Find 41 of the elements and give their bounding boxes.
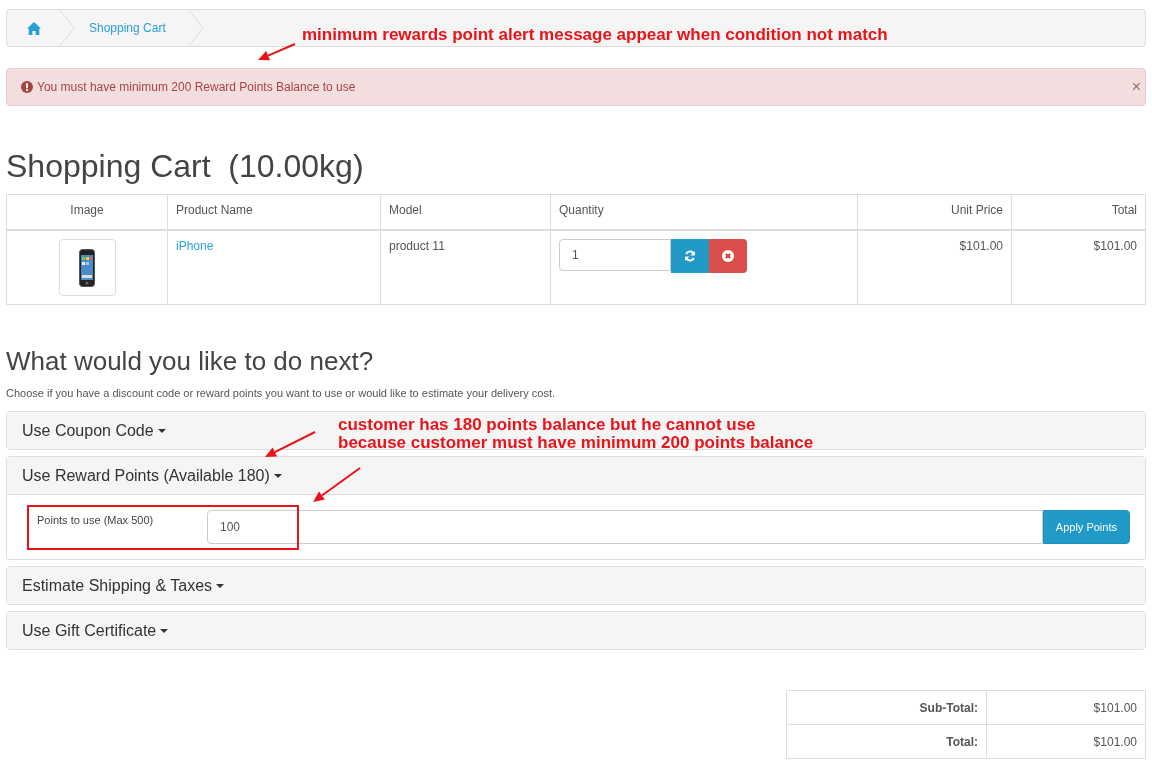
total-value: $101.00 [986,690,1146,725]
caret-icon [216,583,225,588]
column-header: Image [6,194,168,230]
quantity-field[interactable]: 1 [559,239,671,271]
product-thumbnail[interactable] [58,239,116,296]
annotation-text: customer has 180 points balance but he cannot use because customer must have minimum 200 points balance [338,416,814,452]
remove-icon [722,250,734,262]
total-value: $101.00 [986,724,1146,759]
remove-button[interactable] [709,239,747,273]
caret-icon [157,428,166,433]
panel-toggle[interactable]: Use Reward Points (Available 180) [7,457,1145,495]
refresh-button[interactable] [671,239,709,273]
column-header: Model [380,194,551,230]
refresh-icon [684,250,696,262]
points-field[interactable]: 100 [207,510,1043,544]
total-label: Sub-Total: [786,690,987,725]
close-button[interactable]: × [1131,78,1141,96]
exclamation-icon [21,81,33,93]
caret-icon [160,628,169,633]
alert-message: You must have minimum 200 Reward Points Balance to use [37,80,357,94]
section-title: What would you like to do next? [6,345,375,377]
column-header: Product Name [167,194,381,230]
section-description: Choose if you have a discount code or reward points you want to use or would like to estimate your delivery cost. [6,387,557,399]
annotation-text: minimum rewards point alert message appear when condition not match [302,26,888,44]
phone-drawing [79,248,95,287]
annotation-arrow [258,43,296,61]
annotation-arrow [265,431,316,457]
column-header: Quantity [550,194,858,230]
total-label: Total: [786,724,987,759]
panel-toggle[interactable]: Use Gift Certificate [7,612,1145,649]
panel-toggle[interactable]: Estimate Shipping & Taxes [7,567,1145,604]
page-title: Shopping Cart (10.00kg) [6,148,365,184]
home-icon[interactable] [27,21,41,35]
column-header: Total [1011,194,1146,230]
annotation-arrow [313,467,361,502]
table-cell: product 11 [380,230,551,305]
caret-icon [273,473,282,478]
field-label: Points to use (Max 500) [37,513,155,528]
table-cell: $101.00 [857,230,1012,305]
column-header: Unit Price [857,194,1012,230]
table-cell: $101.00 [1011,230,1146,305]
